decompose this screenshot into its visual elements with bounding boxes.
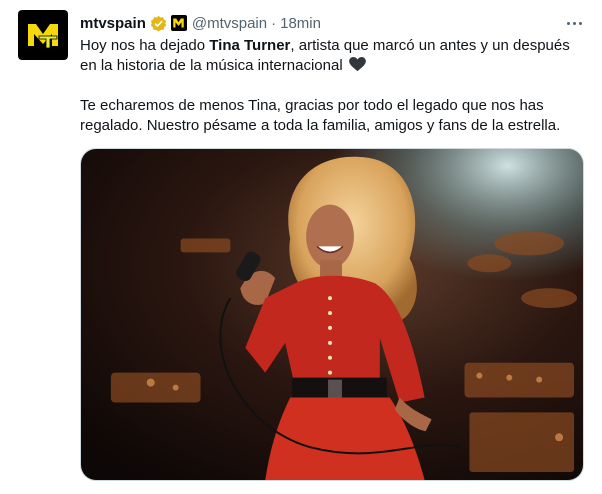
tweet-text: Hoy nos ha dejado Tina Turner, artista q… bbox=[80, 36, 590, 136]
tweet-header: mtvspain @mtvspain · 18min bbox=[80, 12, 586, 34]
concert-photo bbox=[81, 149, 583, 480]
mtv-affiliate-icon[interactable] bbox=[170, 15, 187, 31]
profile-avatar[interactable] bbox=[18, 10, 68, 60]
timestamp[interactable]: 18min bbox=[280, 15, 321, 32]
black-heart-icon bbox=[348, 57, 366, 72]
mtv-logo-icon bbox=[28, 24, 58, 49]
tweet[interactable]: mtvspain @mtvspain · 18min Hoy nos ha de… bbox=[0, 0, 602, 494]
separator-dot: · bbox=[271, 14, 277, 32]
user-handle[interactable]: @mtvspain bbox=[192, 15, 267, 32]
text-before: Hoy nos ha dejado bbox=[80, 37, 210, 54]
bold-name: Tina Turner bbox=[209, 37, 291, 54]
verified-badge-icon[interactable] bbox=[150, 15, 167, 32]
more-options-icon[interactable] bbox=[562, 12, 586, 34]
tweet-photo[interactable] bbox=[80, 148, 584, 481]
display-name[interactable]: mtvspain bbox=[80, 15, 146, 32]
tweet-paragraph-1: Hoy nos ha dejado Tina Turner, artista q… bbox=[80, 36, 590, 76]
tweet-paragraph-2: Te echaremos de menos Tina, gracias por … bbox=[80, 97, 561, 134]
